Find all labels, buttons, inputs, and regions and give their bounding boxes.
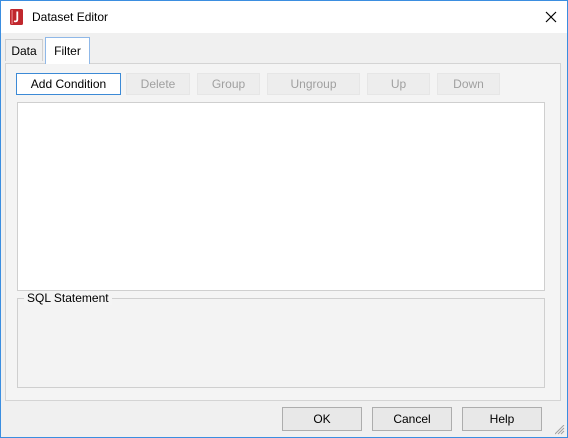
close-icon — [545, 11, 557, 23]
sql-statement-group: SQL Statement — [17, 291, 545, 388]
sql-statement-label: SQL Statement — [24, 291, 112, 305]
sql-statement-text — [20, 309, 542, 385]
title-bar: Dataset Editor — [1, 1, 567, 33]
down-button[interactable]: Down — [437, 73, 500, 95]
condition-list[interactable] — [17, 102, 545, 291]
ungroup-button[interactable]: Ungroup — [267, 73, 360, 95]
close-button[interactable] — [541, 7, 561, 27]
jreport-app-icon — [10, 9, 23, 25]
window-title: Dataset Editor — [32, 10, 109, 24]
tab-filter[interactable]: Filter — [45, 37, 90, 64]
resize-grip-icon[interactable] — [555, 425, 565, 435]
help-button[interactable]: Help — [462, 407, 542, 431]
filter-panel: Add Condition Delete Group Ungroup Up Do… — [5, 63, 561, 401]
cancel-button[interactable]: Cancel — [372, 407, 452, 431]
group-button[interactable]: Group — [197, 73, 260, 95]
add-condition-button[interactable]: Add Condition — [16, 73, 121, 95]
ok-button[interactable]: OK — [282, 407, 362, 431]
dataset-editor-dialog: Dataset Editor Data Filter Add Condition… — [0, 0, 568, 438]
up-button[interactable]: Up — [367, 73, 430, 95]
delete-button[interactable]: Delete — [126, 73, 190, 95]
tab-data[interactable]: Data — [5, 39, 43, 61]
